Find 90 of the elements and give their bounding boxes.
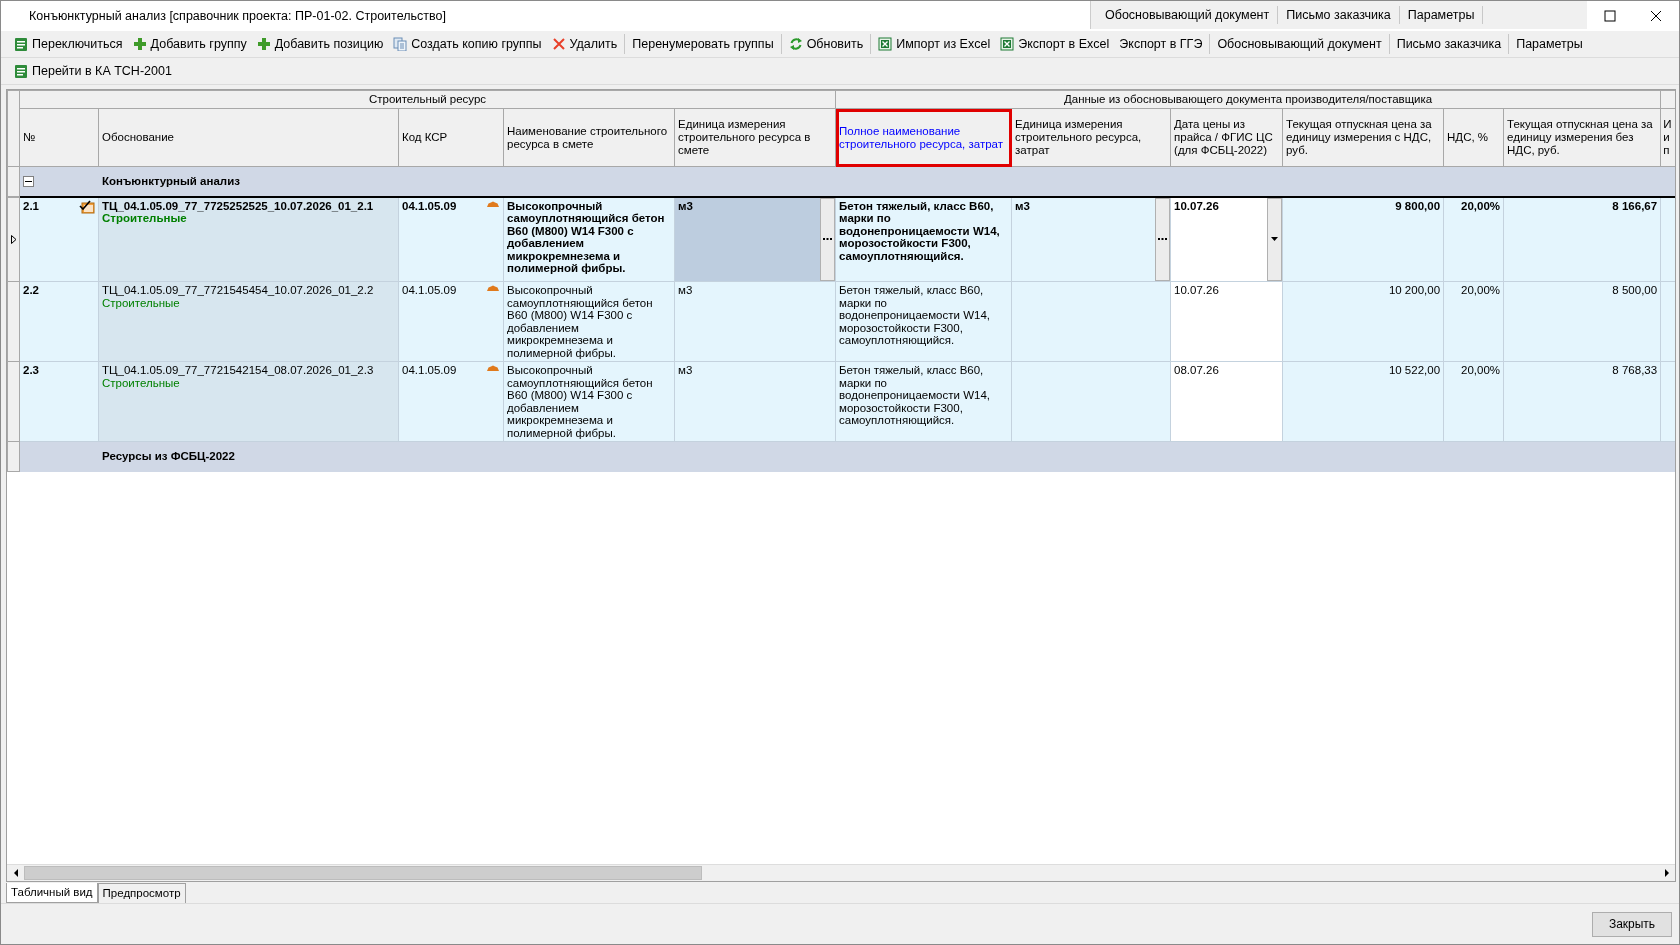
title-tab[interactable]: Обосновывающий документ [1097,5,1279,25]
table-cell: м3 [674,361,836,442]
toolbar-button[interactable]: Параметры [1511,32,1588,56]
table-cell: 8 166,67 [1503,196,1661,282]
column-header[interactable]: Обоснование [98,108,399,167]
toolbar-button[interactable]: Перенумеровать группы [627,32,779,56]
toolbar-button[interactable]: Импорт из Excel [873,32,996,56]
toolbar-button[interactable]: Добавить группу [127,32,252,56]
maximize-icon [1604,10,1616,22]
toolbar-button[interactable]: Обновить [783,32,869,56]
group-label: Ресурсы из ФСБЦ-2022 [98,441,1675,472]
code-text: 04.1.05.09 [402,364,457,377]
copy-icon [393,37,408,51]
table-cell: Бетон тяжелый, класс В60, марки по водонепроницаемости W14, морозостойкости F300, самоуплотняющийся. [835,281,1012,362]
table-cell: Высокопрочный самоуплотняющийся бетон В60 (М800) W14 F300 с добавлением микрокремнезема и полимерной фибры. [503,196,675,282]
row-number: 2.3 [23,364,39,377]
table-cell: 8 500,00 [1503,281,1661,362]
column-header[interactable]: Полное наименование строительного ресурса, затрат [835,108,1012,167]
ellipsis-button[interactable] [820,197,836,281]
column-header[interactable]: Наименование строительного ресурса в смете [503,108,675,167]
table-cell: Высокопрочный самоуплотняющийся бетон В60 (М800) W14 F300 с добавлением микрокремнезема и полимерной фибры. [503,281,675,362]
toolbar-button[interactable]: Письмо заказчика [1391,32,1507,56]
table-cell: Бетон тяжелый, класс В60, марки по водонепроницаемости W14, морозостойкости F300, самоуплотняющийся. [835,196,1012,282]
table-cell: 9 800,00 [1282,196,1444,282]
basis-text: ТЦ_04.1.05.09_77_7721545454_10.07.2026_01_2.2 [102,284,375,297]
toolbar-button[interactable]: Добавить позицию [251,32,389,56]
spreadsheet-icon [1000,37,1015,51]
document-icon [14,64,28,78]
plus-icon [256,37,271,51]
code-text: 04.1.05.09 [402,199,457,212]
table-cell: 20,00% [1443,196,1504,282]
close-button[interactable]: Закрыть [1592,911,1672,937]
toolbar-button[interactable]: Создать копию группы [388,32,547,56]
refresh-icon [788,37,803,51]
table-cell: м3 [1011,196,1171,282]
delete-icon [551,37,566,51]
column-header[interactable]: Дата цены из прайса / ФГИС ЦС (для ФСБЦ-2022) [1170,108,1283,167]
table-cell: 08.07.26 [1170,361,1283,442]
view-tab[interactable]: Табличный вид [6,883,98,904]
title-tab[interactable]: Письмо заказчика [1278,5,1400,25]
table-cell: 10.07.26 [1170,196,1283,282]
table-cell: 10 200,00 [1282,281,1444,362]
arrow-right-icon [1663,869,1670,877]
title-tab[interactable]: Параметры [1399,5,1484,25]
code-text: 04.1.05.09 [402,284,457,297]
spreadsheet-icon [878,37,893,51]
category-text: Строительные [102,212,188,225]
category-text: Строительные [102,376,181,389]
window-title: Конъюнктурный анализ [справочник проекта: ПР-01-02. Строительство] [28,7,446,25]
column-header[interactable]: Единица измерения строительного ресурса, затрат [1011,108,1171,167]
basis-text: ТЦ_04.1.05.09_77_7721542154_08.07.2026_01_2.3 [102,364,375,377]
table-cell: м3 [674,196,836,282]
table-cell: Бетон тяжелый, класс В60, марки по водонепроницаемости W14, морозостойкости F300, самоуплотняющийся. [835,361,1012,442]
toolbar-button[interactable]: Переключиться [9,32,128,56]
column-header[interactable]: Единица измерения строительного ресурса в смете [674,108,836,167]
table-cell: 10.07.26 [1170,281,1283,362]
close-icon [1650,10,1662,22]
toolbar-button[interactable]: Обосновывающий документ [1212,32,1387,56]
basis-text: ТЦ_04.1.05.09_77_7725252525_10.07.2026_01_2.1 [102,199,375,212]
plus-icon [132,37,147,51]
ellipsis-icon [823,238,833,241]
table-cell: 8 768,33 [1503,361,1661,442]
collapse-button[interactable] [23,175,34,187]
ellipsis-icon [1158,238,1168,241]
column-group-header: Строительный ресурс [19,90,836,109]
caret-icon [1271,237,1279,242]
table-cell: 20,00% [1443,361,1504,442]
column-header[interactable]: Текущая отпускная цена за единицу измерения с НДС, руб. [1282,108,1444,167]
column-header[interactable]: Текущая отпускная цена за единицу измерения без НДС, руб. [1503,108,1661,167]
document-icon [14,37,28,51]
column-header[interactable]: № [19,108,99,167]
toolbar-button[interactable]: Экспорт в ГГЭ [1114,32,1208,56]
table-cell: 20,00% [1443,281,1504,362]
dropdown-button[interactable] [1267,197,1283,281]
column-header[interactable]: Код КСР [398,108,504,167]
category-text: Строительные [102,296,181,309]
column-header[interactable]: НДС, % [1443,108,1504,167]
ellipsis-button[interactable] [1155,197,1171,281]
toolbar-button[interactable]: Удалить [546,32,623,56]
arrow-left-icon [12,869,19,877]
row-number: 2.1 [23,199,39,212]
table-cell: 10 522,00 [1282,361,1444,442]
table-cell: Высокопрочный самоуплотняющийся бетон В60 (М800) W14 F300 с добавлением микрокремнезема и полимерной фибры. [503,361,675,442]
column-group-header: Данные из обосновывающего документа производителя/поставщика [835,90,1661,109]
scrollbar-thumb[interactable] [24,866,702,880]
toolbar-button[interactable]: Перейти в КА ТСН-2001 [9,59,177,83]
table-cell: м3 [674,281,836,362]
group-label: Конъюнктурный анализ [98,166,1675,197]
toolbar-button[interactable]: Экспорт в Excel [995,32,1115,56]
row-number: 2.2 [23,284,39,297]
